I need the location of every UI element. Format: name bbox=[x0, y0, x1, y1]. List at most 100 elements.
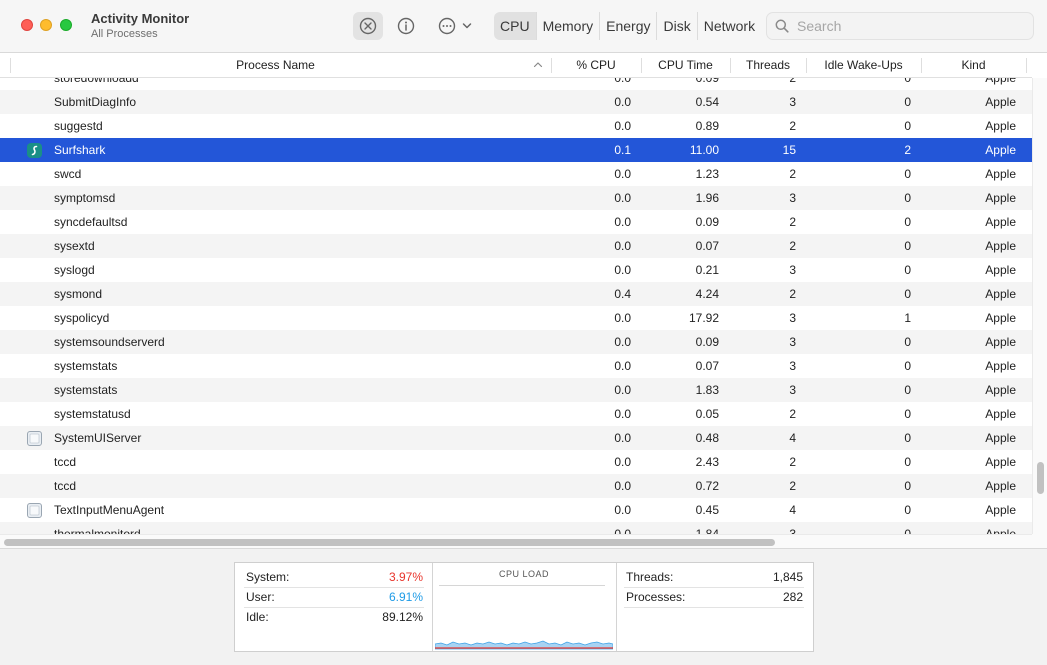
threads-stat: Threads: 1,845 bbox=[626, 567, 803, 587]
chevron-down-icon bbox=[462, 23, 472, 29]
search-icon bbox=[775, 19, 789, 33]
table-row[interactable]: Surfshark 0.1 11.00 15 2 Apple bbox=[0, 138, 1032, 162]
zoom-window-button[interactable] bbox=[60, 19, 72, 31]
table-row[interactable]: syspolicyd 0.0 17.92 3 1 Apple bbox=[0, 306, 1032, 330]
user-stat: User: 6.91% bbox=[246, 587, 423, 607]
idle-label: Idle: bbox=[246, 610, 269, 624]
cpu-stats-box: System: 3.97% User: 6.91% Idle: 89.12% C… bbox=[234, 562, 814, 652]
table-row[interactable]: SystemUIServer 0.0 0.48 4 0 Apple bbox=[0, 426, 1032, 450]
process-kind: Apple bbox=[985, 311, 1016, 325]
process-kind: Apple bbox=[985, 431, 1016, 445]
process-kind: Apple bbox=[985, 503, 1016, 517]
search-field[interactable] bbox=[766, 12, 1034, 40]
sort-ascending-icon bbox=[533, 62, 543, 68]
info-icon bbox=[397, 17, 415, 35]
threads-value: 1,845 bbox=[772, 570, 803, 584]
table-row[interactable]: systemstats 0.0 0.07 3 0 Apple bbox=[0, 354, 1032, 378]
column-header-kind[interactable]: Kind bbox=[921, 53, 1026, 78]
process-kind: Apple bbox=[985, 191, 1016, 205]
system-stat: System: 3.97% bbox=[246, 567, 423, 587]
scrollbar-corner bbox=[1032, 534, 1047, 548]
table-row[interactable]: tccd 0.0 2.43 2 0 Apple bbox=[0, 450, 1032, 474]
process-kind: Apple bbox=[985, 167, 1016, 181]
column-header-cpu-time[interactable]: CPU Time bbox=[641, 53, 730, 78]
cpu-load-title: CPU LOAD bbox=[498, 569, 549, 579]
table-row[interactable]: systemsoundserverd 0.0 0.09 3 0 Apple bbox=[0, 330, 1032, 354]
table-row[interactable]: TextInputMenuAgent 0.0 0.45 4 0 Apple bbox=[0, 498, 1032, 522]
summary-panel: System: 3.97% User: 6.91% Idle: 89.12% C… bbox=[0, 548, 1047, 665]
process-rows: storedownloadd 0.0 0.09 2 0 Apple SubmitDiagIn… bbox=[0, 78, 1032, 534]
process-kind: Apple bbox=[985, 455, 1016, 469]
more-actions-button[interactable] bbox=[434, 12, 476, 40]
table-row[interactable]: syncdefaultsd 0.0 0.09 2 0 Apple bbox=[0, 210, 1032, 234]
process-kind: Apple bbox=[985, 359, 1016, 373]
table-row[interactable]: sysextd 0.0 0.07 2 0 Apple bbox=[0, 234, 1032, 258]
tab-disk[interactable]: Disk bbox=[657, 12, 698, 40]
system-value: 3.97% bbox=[388, 570, 423, 584]
horizontal-scrollbar[interactable] bbox=[0, 534, 1032, 548]
panel-divider bbox=[616, 563, 617, 651]
process-kind: Apple bbox=[985, 407, 1016, 421]
toolbar: Activity Monitor All Processes CPU Memor… bbox=[0, 0, 1047, 53]
idle-value: 89.12% bbox=[382, 610, 423, 624]
activity-monitor-window: Activity Monitor All Processes CPU Memor… bbox=[0, 0, 1047, 665]
inspect-process-button[interactable] bbox=[392, 12, 420, 40]
column-separator bbox=[1026, 58, 1027, 73]
category-tabs: CPU Memory Energy Disk Network bbox=[494, 12, 761, 40]
column-header-idle-wake-ups[interactable]: Idle Wake-Ups bbox=[806, 53, 921, 78]
process-kind: Apple bbox=[985, 287, 1016, 301]
process-kind: Apple bbox=[985, 527, 1016, 534]
tab-energy[interactable]: Energy bbox=[600, 12, 658, 40]
search-input[interactable] bbox=[797, 18, 1017, 34]
process-kind: Apple bbox=[985, 239, 1016, 253]
column-header-cpu[interactable]: % CPU bbox=[551, 53, 641, 78]
close-window-button[interactable] bbox=[21, 19, 33, 31]
window-title: Activity Monitor bbox=[91, 11, 190, 26]
vertical-scrollbar-thumb[interactable] bbox=[1037, 462, 1044, 494]
threads-label: Threads: bbox=[626, 570, 674, 584]
vertical-scrollbar[interactable] bbox=[1032, 78, 1047, 534]
stop-process-button[interactable] bbox=[353, 12, 383, 40]
cpu-load-rule bbox=[439, 585, 605, 586]
process-kind: Apple bbox=[985, 479, 1016, 493]
table-row[interactable]: systemstats 0.0 1.83 3 0 Apple bbox=[0, 378, 1032, 402]
table-row[interactable]: tccd 0.0 0.72 2 0 Apple bbox=[0, 474, 1032, 498]
table-row[interactable]: thermalmonitord 0.0 1.84 3 0 Apple bbox=[0, 522, 1032, 534]
table-row[interactable]: sysmond 0.4 4.24 2 0 Apple bbox=[0, 282, 1032, 306]
table-row[interactable]: storedownloadd 0.0 0.09 2 0 Apple bbox=[0, 78, 1032, 90]
process-kind: Apple bbox=[985, 119, 1016, 133]
table-row[interactable]: symptomsd 0.0 1.96 3 0 Apple bbox=[0, 186, 1032, 210]
table-row[interactable]: swcd 0.0 1.23 2 0 Apple bbox=[0, 162, 1032, 186]
table-row[interactable]: systemstatusd 0.0 0.05 2 0 Apple bbox=[0, 402, 1032, 426]
user-label: User: bbox=[246, 590, 275, 604]
tab-memory[interactable]: Memory bbox=[537, 12, 601, 40]
idle-stat: Idle: 89.12% bbox=[246, 607, 423, 627]
table-row[interactable]: syslogd 0.0 0.21 3 0 Apple bbox=[0, 258, 1032, 282]
divider bbox=[624, 607, 804, 608]
horizontal-scrollbar-thumb[interactable] bbox=[4, 539, 775, 546]
process-table: storedownloadd 0.0 0.09 2 0 Apple SubmitDiagIn… bbox=[0, 78, 1032, 534]
process-kind: Apple bbox=[985, 335, 1016, 349]
process-kind: Apple bbox=[985, 263, 1016, 277]
process-kind: Apple bbox=[985, 215, 1016, 229]
table-row[interactable]: SubmitDiagInfo 0.0 0.54 3 0 Apple bbox=[0, 90, 1032, 114]
process-kind: Apple bbox=[985, 78, 1016, 85]
tab-network[interactable]: Network bbox=[698, 12, 761, 40]
system-label: System: bbox=[246, 570, 290, 584]
processes-value: 282 bbox=[782, 590, 803, 604]
column-separator bbox=[10, 58, 11, 73]
process-kind: Apple bbox=[985, 95, 1016, 109]
window-subtitle: All Processes bbox=[91, 28, 158, 40]
process-kind: Apple bbox=[985, 143, 1016, 157]
column-header-process-name[interactable]: Process Name bbox=[0, 53, 551, 78]
cpu-load-graph bbox=[435, 640, 613, 650]
ellipsis-icon bbox=[438, 17, 456, 35]
tab-cpu[interactable]: CPU bbox=[494, 12, 537, 40]
table-row[interactable]: suggestd 0.0 0.89 2 0 Apple bbox=[0, 114, 1032, 138]
process-kind: Apple bbox=[985, 383, 1016, 397]
processes-stat: Processes: 282 bbox=[626, 587, 803, 607]
table-header: Process Name % CPU CPU Time Threads Idle… bbox=[0, 53, 1032, 78]
stop-process-icon bbox=[359, 17, 377, 35]
minimize-window-button[interactable] bbox=[40, 19, 52, 31]
column-header-threads[interactable]: Threads bbox=[730, 53, 806, 78]
